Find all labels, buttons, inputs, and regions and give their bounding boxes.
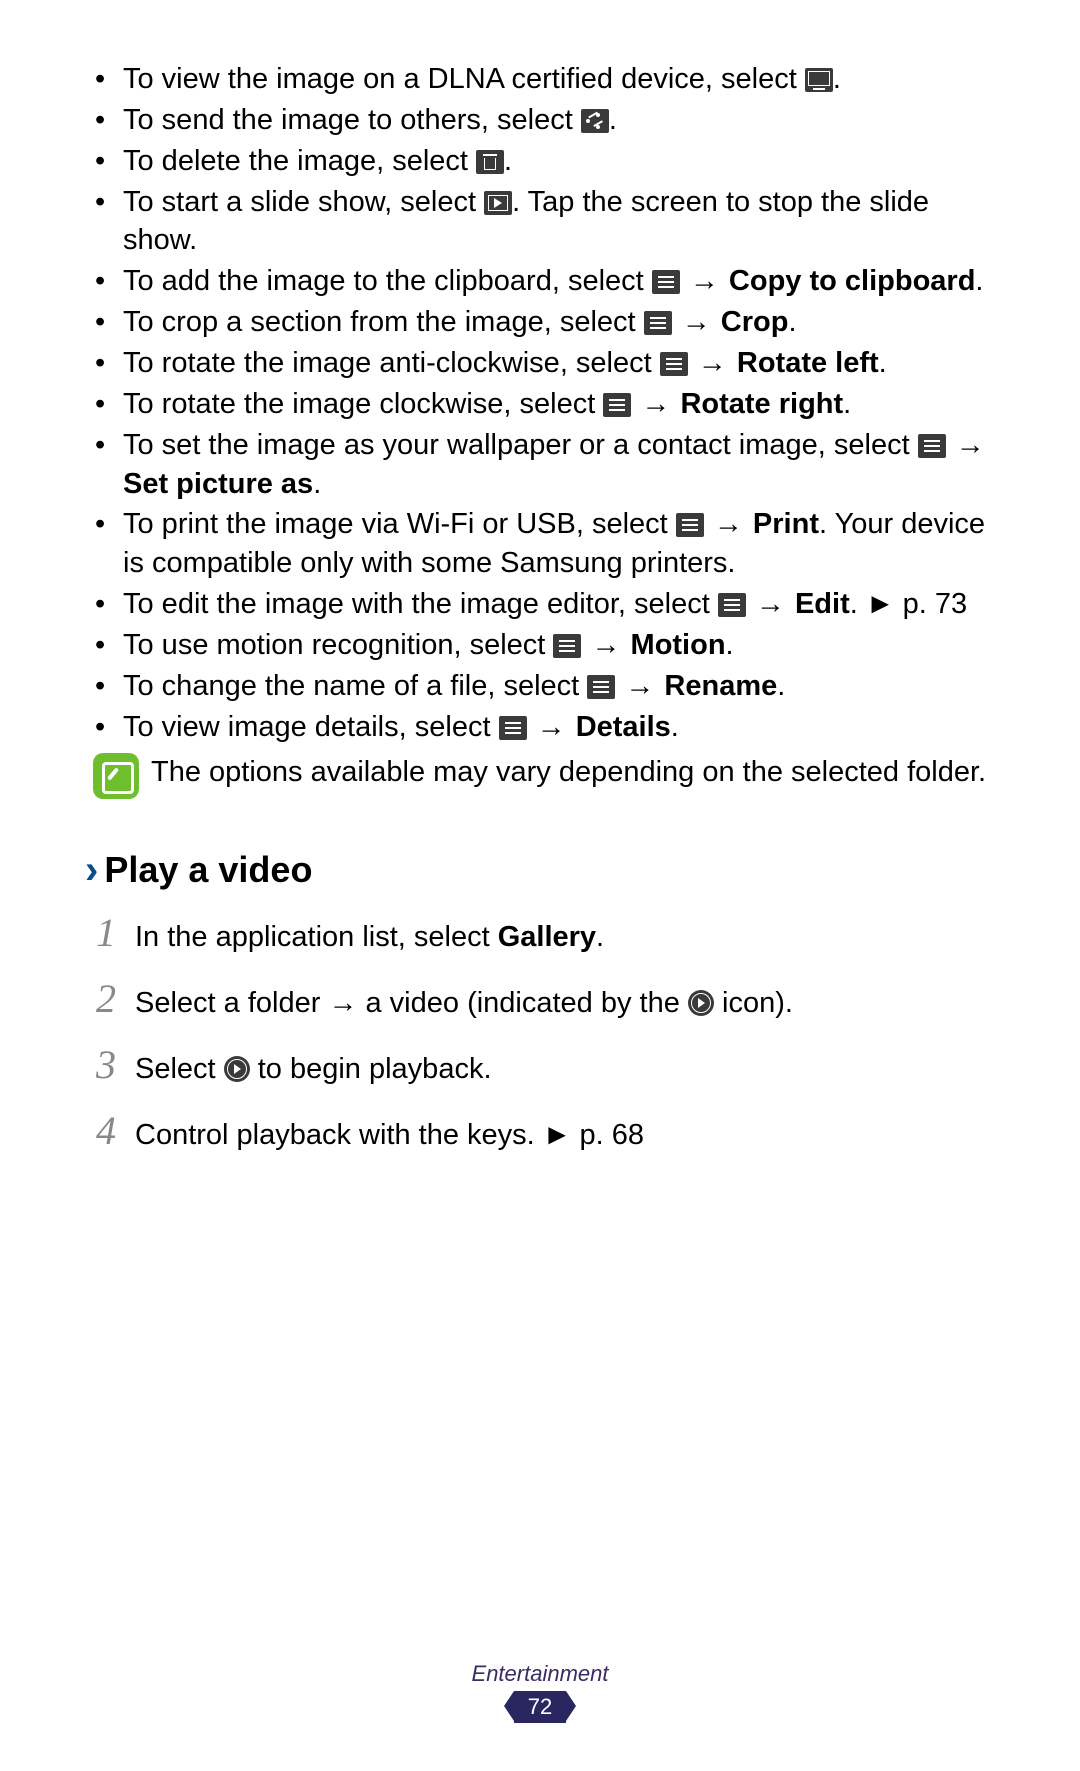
menu-icon <box>499 716 527 740</box>
bullet-item: To send the image to others, select . <box>95 101 995 140</box>
menu-icon <box>553 634 581 658</box>
bullet-item: To rotate the image anti-clockwise, sele… <box>95 344 995 383</box>
page-number: 72 <box>514 1691 566 1723</box>
menu-icon <box>676 513 704 537</box>
heading-text: Play a video <box>104 849 312 891</box>
menu-icon <box>718 593 746 617</box>
page-footer: Entertainment 72 <box>0 1661 1080 1723</box>
bullet-item: To print the image via Wi-Fi or USB, sel… <box>95 505 995 583</box>
chevron-icon: › <box>85 850 98 890</box>
footer-section-label: Entertainment <box>0 1661 1080 1687</box>
dlna-icon <box>805 68 833 92</box>
menu-icon <box>603 393 631 417</box>
bullet-item: To crop a section from the image, select… <box>95 303 995 342</box>
step-1: 1 In the application list, select Galler… <box>93 905 995 961</box>
step-3: 3 Select to begin playback. <box>93 1037 995 1093</box>
note-icon <box>93 753 139 799</box>
slideshow-icon <box>484 191 512 215</box>
bullet-item: To delete the image, select . <box>95 142 995 181</box>
section-heading: › Play a video <box>85 849 995 891</box>
bullet-item: To start a slide show, select . Tap the … <box>95 183 995 261</box>
page-content: To view the image on a DLNA certified de… <box>85 60 995 1159</box>
menu-icon <box>660 352 688 376</box>
bullet-item: To view the image on a DLNA certified de… <box>95 60 995 99</box>
bullet-item: To view image details, select → Details. <box>95 708 995 747</box>
menu-icon <box>918 434 946 458</box>
step-4: 4 Control playback with the keys. ► p. 6… <box>93 1103 995 1159</box>
step-number: 1 <box>93 905 119 961</box>
bullet-item: To edit the image with the image editor,… <box>95 585 995 624</box>
play-circle-icon <box>688 990 714 1016</box>
note-text: The options available may vary depending… <box>151 753 986 791</box>
menu-icon <box>644 311 672 335</box>
note-box: The options available may vary depending… <box>85 753 995 799</box>
menu-icon <box>587 675 615 699</box>
step-number: 4 <box>93 1103 119 1159</box>
bullet-item: To set the image as your wallpaper or a … <box>95 426 995 504</box>
menu-icon <box>652 270 680 294</box>
bullet-item: To use motion recognition, select → Moti… <box>95 626 995 665</box>
step-number: 2 <box>93 971 119 1027</box>
steps-list: 1 In the application list, select Galler… <box>85 905 995 1159</box>
bullet-list: To view the image on a DLNA certified de… <box>85 60 995 747</box>
play-circle-icon <box>224 1056 250 1082</box>
step-2: 2 Select a folder → a video (indicated b… <box>93 971 995 1027</box>
trash-icon <box>476 150 504 174</box>
share-icon <box>581 109 609 133</box>
bullet-item: To rotate the image clockwise, select → … <box>95 385 995 424</box>
bullet-item: To change the name of a file, select → R… <box>95 667 995 706</box>
step-number: 3 <box>93 1037 119 1093</box>
bullet-item: To add the image to the clipboard, selec… <box>95 262 995 301</box>
